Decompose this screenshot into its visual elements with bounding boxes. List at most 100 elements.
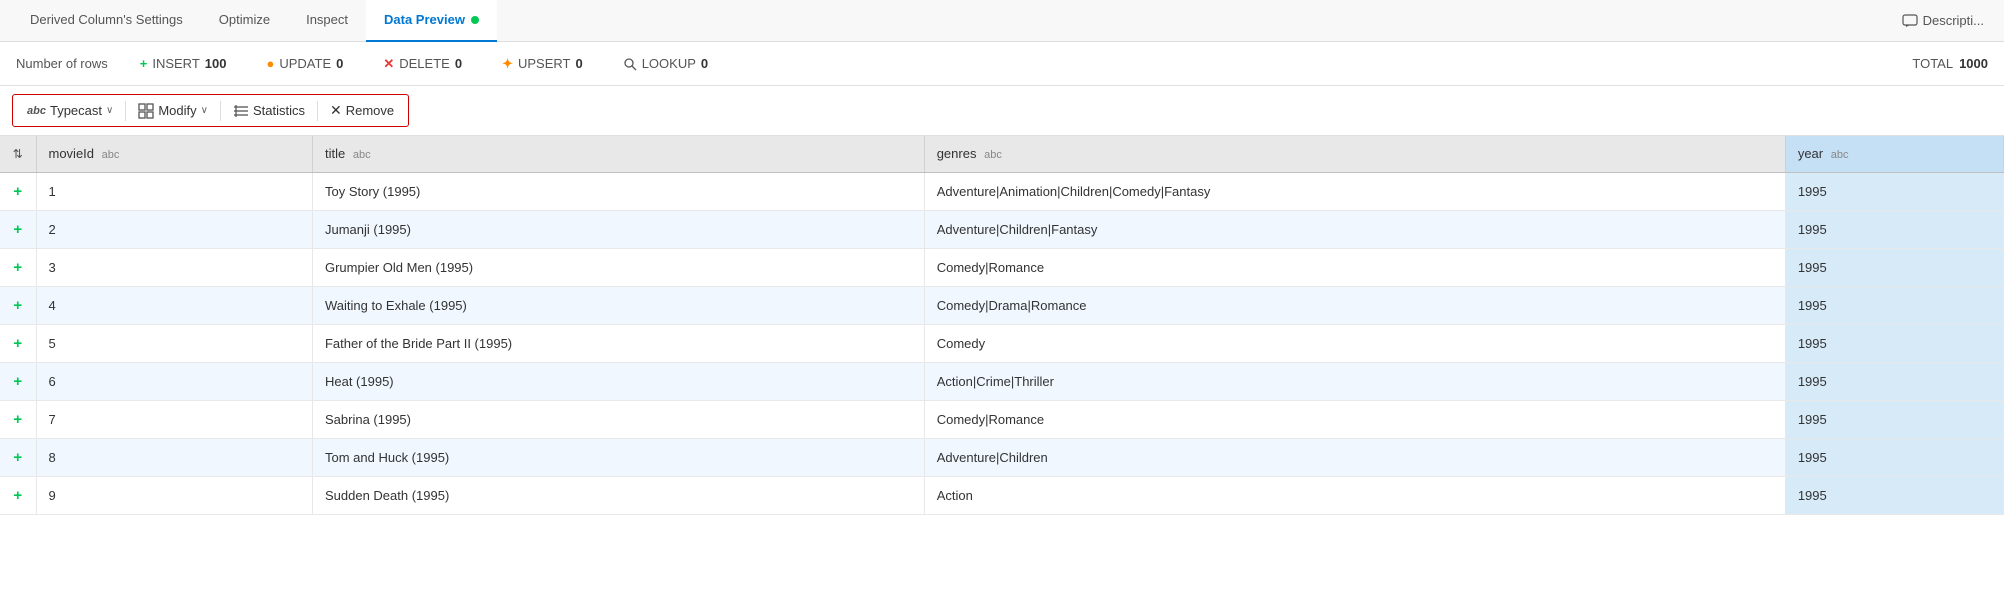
- remove-button[interactable]: ✕ Remove: [322, 98, 402, 123]
- typecast-chevron: ∨: [106, 105, 113, 116]
- cell-title: Sudden Death (1995): [312, 476, 924, 514]
- row-add-btn[interactable]: +: [0, 362, 36, 400]
- insert-icon: +: [140, 56, 148, 71]
- data-table: ⇅ movieId abc title abc genres abc year …: [0, 136, 2004, 515]
- table-row: +9Sudden Death (1995)Action1995: [0, 476, 2004, 514]
- table-row: +2Jumanji (1995)Adventure|Children|Fanta…: [0, 210, 2004, 248]
- remove-icon: ✕: [330, 102, 342, 119]
- toolbar-group: abc Typecast ∨ Modify ∨ Statistics: [12, 94, 409, 127]
- col-header-genres[interactable]: genres abc: [924, 136, 1785, 172]
- cell-movieid: 8: [36, 438, 312, 476]
- cell-year: 1995: [1785, 286, 2003, 324]
- toolbar-separator-3: [317, 101, 318, 121]
- modify-label: Modify: [158, 103, 196, 118]
- tab-data-preview[interactable]: Data Preview: [366, 0, 497, 42]
- cell-movieid: 6: [36, 362, 312, 400]
- tab-data-preview-label: Data Preview: [384, 12, 465, 27]
- col-header-sort[interactable]: ⇅: [0, 136, 36, 172]
- total-label: TOTAL: [1912, 56, 1953, 71]
- update-label: UPDATE: [279, 56, 331, 71]
- description-label: Descripti...: [1923, 13, 1984, 28]
- cell-title: Jumanji (1995): [312, 210, 924, 248]
- toolbar-separator-1: [125, 101, 126, 121]
- toolbar-separator-2: [220, 101, 221, 121]
- row-add-btn[interactable]: +: [0, 438, 36, 476]
- col-header-year[interactable]: year abc: [1785, 136, 2003, 172]
- tab-bar: Derived Column's Settings Optimize Inspe…: [0, 0, 2004, 42]
- modify-chevron: ∨: [201, 105, 208, 116]
- table-wrapper: ⇅ movieId abc title abc genres abc year …: [0, 136, 2004, 515]
- description-button[interactable]: Descripti...: [1894, 9, 1992, 33]
- table-row: +5Father of the Bride Part II (1995)Come…: [0, 324, 2004, 362]
- typecast-icon: abc: [27, 105, 46, 117]
- cell-year: 1995: [1785, 248, 2003, 286]
- table-body: +1Toy Story (1995)Adventure|Animation|Ch…: [0, 172, 2004, 514]
- cell-genres: Comedy|Romance: [924, 248, 1785, 286]
- col-header-title[interactable]: title abc: [312, 136, 924, 172]
- table-header: ⇅ movieId abc title abc genres abc year …: [0, 136, 2004, 172]
- cell-movieid: 5: [36, 324, 312, 362]
- comment-icon: [1902, 13, 1918, 29]
- insert-label: INSERT: [152, 56, 199, 71]
- cell-movieid: 3: [36, 248, 312, 286]
- table-row: +7Sabrina (1995)Comedy|Romance1995: [0, 400, 2004, 438]
- col-header-movieid[interactable]: movieId abc: [36, 136, 312, 172]
- row-add-btn[interactable]: +: [0, 476, 36, 514]
- cell-title: Father of the Bride Part II (1995): [312, 324, 924, 362]
- cell-year: 1995: [1785, 400, 2003, 438]
- cell-movieid: 2: [36, 210, 312, 248]
- statistics-button[interactable]: Statistics: [225, 99, 313, 122]
- stats-bar: Number of rows + INSERT 100 ● UPDATE 0 ✕…: [0, 42, 2004, 86]
- cell-genres: Comedy: [924, 324, 1785, 362]
- statistics-label: Statistics: [253, 103, 305, 118]
- lookup-icon: [623, 57, 637, 71]
- cell-movieid: 4: [36, 286, 312, 324]
- tab-inspect[interactable]: Inspect: [288, 0, 366, 42]
- typecast-button[interactable]: abc Typecast ∨: [19, 99, 121, 122]
- cell-year: 1995: [1785, 362, 2003, 400]
- stat-lookup: LOOKUP 0: [623, 56, 708, 71]
- stat-upsert: ✦ UPSERT 0: [502, 56, 583, 72]
- stats-label: Number of rows: [16, 56, 108, 71]
- row-add-btn[interactable]: +: [0, 210, 36, 248]
- cell-movieid: 9: [36, 476, 312, 514]
- upsert-label: UPSERT: [518, 56, 571, 71]
- row-add-btn[interactable]: +: [0, 286, 36, 324]
- upsert-value: 0: [575, 56, 582, 71]
- tab-derived-settings[interactable]: Derived Column's Settings: [12, 0, 201, 42]
- cell-title: Heat (1995): [312, 362, 924, 400]
- modify-icon: [138, 103, 154, 119]
- cell-title: Waiting to Exhale (1995): [312, 286, 924, 324]
- cell-year: 1995: [1785, 476, 2003, 514]
- sort-icon: ⇅: [13, 147, 23, 161]
- cell-movieid: 7: [36, 400, 312, 438]
- statistics-icon: [233, 104, 249, 118]
- modify-button[interactable]: Modify ∨: [130, 99, 216, 123]
- delete-label: DELETE: [399, 56, 450, 71]
- cell-year: 1995: [1785, 210, 2003, 248]
- cell-title: Sabrina (1995): [312, 400, 924, 438]
- row-add-btn[interactable]: +: [0, 172, 36, 210]
- stat-insert: + INSERT 100: [140, 56, 227, 71]
- cell-genres: Action|Crime|Thriller: [924, 362, 1785, 400]
- delete-value: 0: [455, 56, 462, 71]
- table-row: +3Grumpier Old Men (1995)Comedy|Romance1…: [0, 248, 2004, 286]
- row-add-btn[interactable]: +: [0, 400, 36, 438]
- cell-title: Tom and Huck (1995): [312, 438, 924, 476]
- row-add-btn[interactable]: +: [0, 324, 36, 362]
- cell-genres: Action: [924, 476, 1785, 514]
- cell-genres: Comedy|Drama|Romance: [924, 286, 1785, 324]
- tab-optimize-label: Optimize: [219, 12, 270, 27]
- cell-genres: Adventure|Animation|Children|Comedy|Fant…: [924, 172, 1785, 210]
- typecast-label: Typecast: [50, 103, 102, 118]
- cell-year: 1995: [1785, 438, 2003, 476]
- tab-optimize[interactable]: Optimize: [201, 0, 288, 42]
- cell-movieid: 1: [36, 172, 312, 210]
- tab-derived-settings-label: Derived Column's Settings: [30, 12, 183, 27]
- tab-data-preview-dot: [471, 16, 479, 24]
- cell-title: Toy Story (1995): [312, 172, 924, 210]
- cell-title: Grumpier Old Men (1995): [312, 248, 924, 286]
- row-add-btn[interactable]: +: [0, 248, 36, 286]
- remove-label: Remove: [346, 103, 394, 118]
- table-row: +4Waiting to Exhale (1995)Comedy|Drama|R…: [0, 286, 2004, 324]
